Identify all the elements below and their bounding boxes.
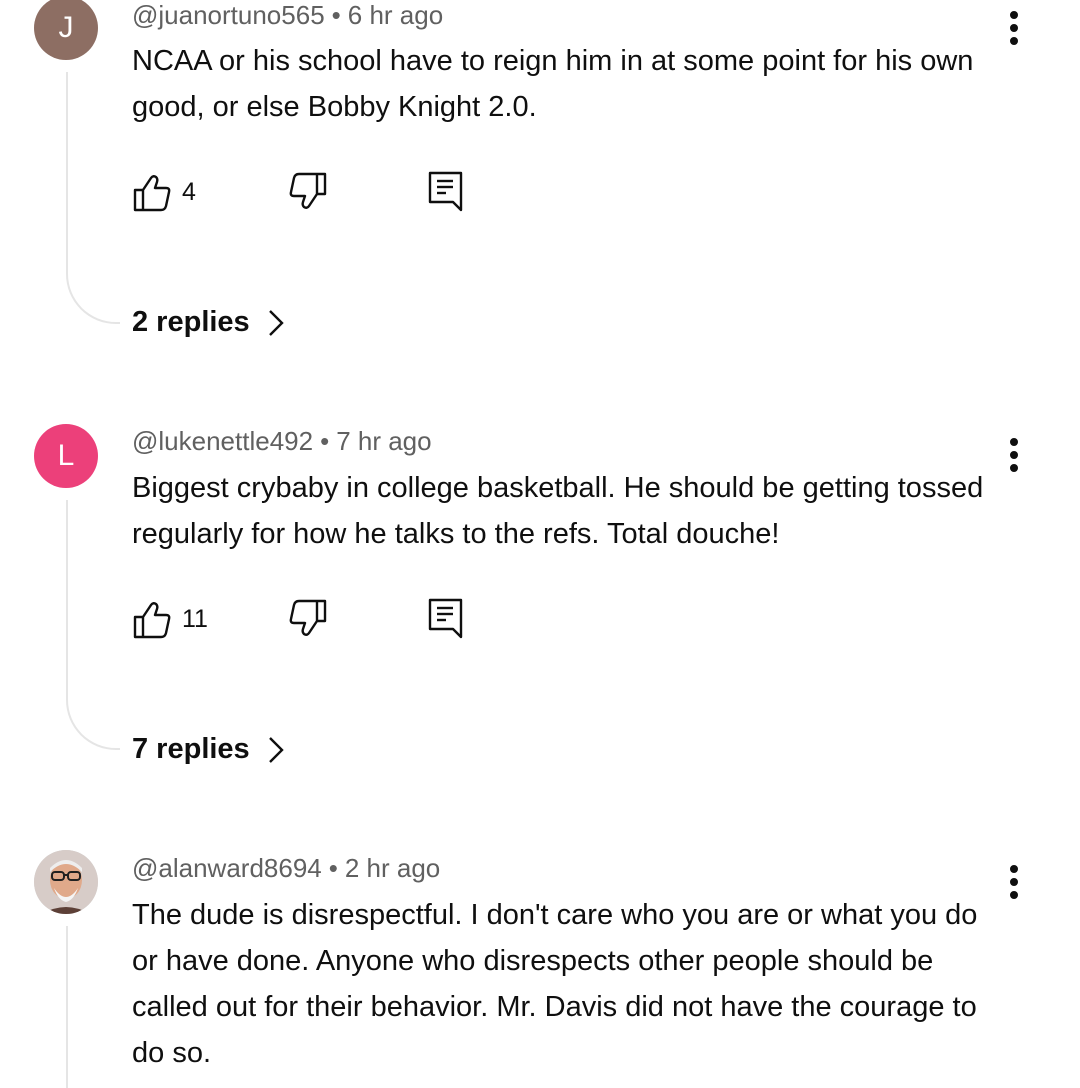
comment-text: NCAA or his school have to reign him in … <box>132 45 974 123</box>
thread-line <box>66 926 120 1088</box>
reply-button[interactable] <box>428 597 464 641</box>
dislike-button[interactable] <box>288 170 328 214</box>
thread-line <box>66 72 120 324</box>
comment-meta: @juanortuno565 • 6 hr ago <box>132 0 443 31</box>
more-vertical-icon <box>1010 438 1018 472</box>
comment-time: 7 hr ago <box>336 426 432 456</box>
profile-photo <box>34 850 98 914</box>
view-replies-button[interactable]: 7 replies <box>132 733 284 766</box>
meta-separator: • <box>331 0 341 30</box>
reply-button[interactable] <box>428 170 464 214</box>
comment-author[interactable]: @alanward8694 <box>132 853 322 883</box>
avatar[interactable] <box>34 850 98 914</box>
thumb-up-icon <box>133 175 171 212</box>
avatar[interactable]: L <box>34 424 98 488</box>
reply-comment-icon <box>428 171 463 212</box>
thumb-up-icon <box>133 602 171 639</box>
more-vertical-icon <box>1010 11 1018 45</box>
like-button[interactable]: 11 <box>132 597 208 641</box>
view-replies-button[interactable]: 2 replies <box>132 306 284 339</box>
like-count: 4 <box>182 177 196 206</box>
replies-label: 2 replies <box>132 306 250 338</box>
thumb-down-icon <box>289 599 327 636</box>
comment-text: Biggest crybaby in college basketball. H… <box>132 472 984 550</box>
reply-comment-icon <box>428 598 463 639</box>
comment-author[interactable]: @juanortuno565 <box>132 0 325 30</box>
comment-text: The dude is disrespectful. I don't care … <box>132 899 978 1069</box>
chevron-right-icon <box>268 736 284 764</box>
dislike-button[interactable] <box>288 597 328 641</box>
meta-separator: • <box>320 426 330 456</box>
avatar[interactable]: J <box>34 0 98 60</box>
comment-time: 2 hr ago <box>344 853 441 883</box>
comment-actions: 11 <box>132 597 492 641</box>
meta-separator: • <box>328 853 338 883</box>
like-button[interactable]: 4 <box>132 170 196 214</box>
replies-label: 7 replies <box>132 733 250 765</box>
comment-actions: 4 <box>132 170 492 214</box>
comment-meta: @lukenettle492 • 7 hr ago <box>132 426 432 457</box>
comment-time: 6 hr ago <box>347 0 444 30</box>
chevron-right-icon <box>268 309 284 337</box>
thumb-down-icon <box>289 172 327 209</box>
more-vertical-icon <box>1010 865 1018 899</box>
comment-author[interactable]: @lukenettle492 <box>132 426 313 456</box>
thread-line <box>66 500 120 750</box>
like-count: 11 <box>182 604 208 633</box>
comment-meta: @alanward8694 • 2 hr ago <box>132 853 440 884</box>
